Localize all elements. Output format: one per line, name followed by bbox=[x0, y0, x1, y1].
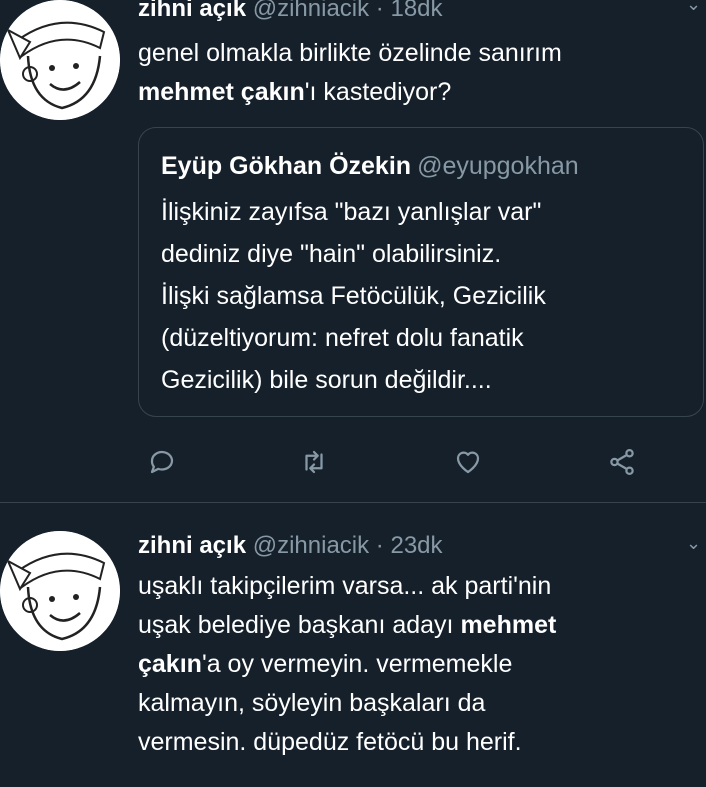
author-name[interactable]: zihni açık bbox=[138, 0, 246, 22]
text-line: kalmayın, söyleyin başkaları da bbox=[138, 689, 486, 717]
cartoon-face-avatar-icon bbox=[0, 0, 120, 120]
quoted-author-handle: @eyupgokhan bbox=[417, 152, 579, 180]
like-button[interactable] bbox=[446, 440, 490, 484]
retweet-button[interactable] bbox=[292, 440, 336, 484]
retweet-icon bbox=[305, 450, 323, 474]
share-button[interactable] bbox=[600, 440, 644, 484]
cartoon-face-avatar-icon bbox=[0, 531, 120, 651]
author-handle[interactable]: @zihniacik bbox=[253, 0, 369, 22]
chevron-down-icon[interactable]: ⌄ bbox=[686, 533, 701, 554]
mention-bold: mehmet çakın bbox=[138, 78, 305, 106]
tweet-header: zihni açık @zihniacik · 23dk bbox=[138, 531, 443, 561]
separator: · bbox=[375, 0, 384, 22]
text-line: uşaklı takipçilerim varsa... ak parti'ni… bbox=[138, 572, 552, 600]
tweet-header: zihni açık @zihniacik · 18dk bbox=[138, 0, 443, 24]
quoted-tweet-text: İlişkiniz zayıfsa "bazı yanlışlar var" d… bbox=[161, 191, 681, 401]
reply-button[interactable] bbox=[140, 440, 184, 484]
text-line: uşak belediye başkanı adayı mehmet bbox=[138, 606, 703, 645]
tweet-text: genel olmakla birlikte özelinde sanırım … bbox=[138, 34, 698, 112]
quoted-line: dediniz diye "hain" olabilirsiniz. bbox=[161, 240, 502, 268]
text-segment: uşak belediye başkanı adayı bbox=[138, 611, 461, 639]
tweet-actions bbox=[140, 440, 660, 484]
reply-icon bbox=[150, 450, 174, 474]
quoted-tweet-header: Eyüp Gökhan Özekin @eyupgokhan bbox=[161, 150, 579, 182]
text-segment: 'a oy vermeyin. vermemekle bbox=[201, 650, 513, 678]
quoted-line: Gezicilik) bile sorun değildir.... bbox=[161, 366, 492, 394]
mention-bold: çakın bbox=[138, 650, 202, 678]
quoted-tweet[interactable]: Eyüp Gökhan Özekin @eyupgokhan İlişkiniz … bbox=[138, 127, 704, 417]
like-icon bbox=[456, 451, 480, 474]
quoted-author-name: Eyüp Gökhan Özekin bbox=[161, 152, 412, 180]
text-segment: 'ı kastediyor? bbox=[304, 78, 452, 106]
text-line: vermesin. düpedüz fetöcü bu herif. bbox=[138, 728, 522, 756]
timestamp[interactable]: 23dk bbox=[390, 532, 442, 559]
timestamp[interactable]: 18dk bbox=[390, 0, 442, 22]
chevron-down-icon[interactable]: ⌄ bbox=[686, 0, 701, 15]
tweet[interactable]: zihni açık @zihniacik · 18dk ⌄ genel olm… bbox=[0, 0, 706, 502]
mention-bold: mehmet bbox=[460, 611, 557, 639]
author-handle[interactable]: @zihniacik bbox=[253, 532, 369, 559]
tweet-text: uşaklı takipçilerim varsa... ak parti'ni… bbox=[138, 567, 703, 762]
text-segment: genel olmakla birlikte özelinde sanırım bbox=[138, 39, 562, 67]
separator: · bbox=[375, 532, 384, 559]
quoted-line: İlişki sağlamsa Fetöcülük, Gezicilik bbox=[161, 282, 546, 310]
share-icon bbox=[610, 449, 634, 475]
quoted-line: (düzeltiyorum: nefret dolu fanatik bbox=[161, 324, 524, 352]
tweet[interactable]: zihni açık @zihniacik · 23dk ⌄ uşaklı ta… bbox=[0, 503, 706, 787]
avatar[interactable] bbox=[0, 531, 120, 651]
author-name[interactable]: zihni açık bbox=[138, 532, 246, 559]
text-line: çakın'a oy vermeyin. vermemekle bbox=[138, 645, 703, 684]
quoted-line: İlişkiniz zayıfsa "bazı yanlışlar var" bbox=[161, 198, 542, 226]
avatar[interactable] bbox=[0, 0, 120, 120]
